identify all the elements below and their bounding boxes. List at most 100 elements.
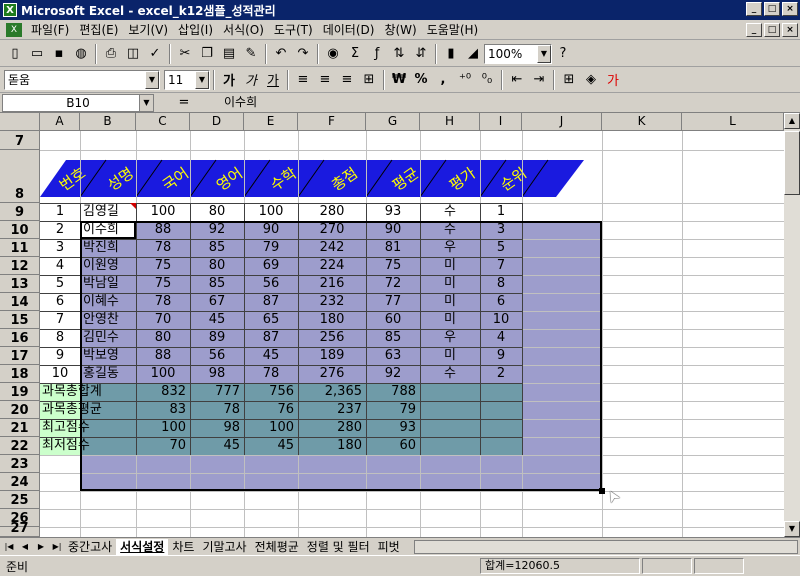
align-right-icon[interactable]: ≡ (336, 69, 358, 91)
summary-cell[interactable]: 93 (366, 419, 420, 437)
data-cell[interactable]: 216 (298, 275, 366, 293)
menu-edit[interactable]: 편집(E) (74, 21, 123, 38)
hyperlink-icon[interactable]: ◉ (322, 43, 344, 65)
data-cell[interactable]: 232 (298, 293, 366, 311)
column-header[interactable]: B (80, 113, 136, 131)
summary-cell[interactable]: 70 (136, 437, 190, 455)
chevron-down-icon[interactable]: ▼ (139, 94, 153, 111)
data-cell[interactable]: 75 (366, 257, 420, 275)
summary-cell[interactable]: 280 (298, 419, 366, 437)
summary-cell[interactable]: 45 (244, 437, 298, 455)
column-header[interactable]: A (40, 113, 80, 131)
data-cell[interactable]: 100 (136, 365, 190, 383)
font-select[interactable]: 돋움 ▼ (4, 69, 160, 90)
sheet-tab[interactable]: 피벗 (374, 539, 404, 555)
data-cell[interactable]: 2 (480, 365, 522, 383)
minimize-button[interactable]: _ (746, 2, 762, 16)
row-header[interactable]: 14 (0, 293, 40, 311)
scroll-up-button[interactable]: ▲ (784, 113, 800, 129)
data-cell[interactable]: 미 (420, 257, 480, 275)
column-header[interactable]: D (190, 113, 244, 131)
data-cell[interactable]: 89 (190, 329, 244, 347)
data-cell[interactable]: 10 (40, 365, 80, 383)
data-cell[interactable]: 67 (190, 293, 244, 311)
chevron-down-icon[interactable]: ▼ (195, 70, 209, 89)
data-cell[interactable]: 8 (480, 275, 522, 293)
data-cell[interactable]: 93 (366, 203, 420, 221)
row-header[interactable]: 21 (0, 419, 40, 437)
align-center-icon[interactable]: ≡ (314, 69, 336, 91)
font-size-select[interactable]: 11 ▼ (164, 69, 210, 90)
select-all-corner[interactable] (0, 113, 40, 131)
data-cell[interactable]: 87 (244, 293, 298, 311)
data-cell[interactable]: 88 (136, 221, 190, 239)
data-cell[interactable]: 78 (136, 293, 190, 311)
data-cell[interactable]: 45 (244, 347, 298, 365)
borders-icon[interactable]: ⊞ (558, 69, 580, 91)
decrease-indent-icon[interactable]: ⇤ (506, 69, 528, 91)
data-cell[interactable]: 7 (40, 311, 80, 329)
summary-cell[interactable]: 237 (298, 401, 366, 419)
summary-cell[interactable]: 45 (190, 437, 244, 455)
summary-cell[interactable]: 100 (244, 419, 298, 437)
sheet-tab[interactable]: 기말고사 (198, 539, 250, 555)
row-header[interactable]: 17 (0, 347, 40, 365)
sheet-tab[interactable]: 정렬 및 필터 (303, 539, 374, 555)
data-cell[interactable]: 72 (366, 275, 420, 293)
scroll-thumb[interactable] (784, 131, 800, 195)
data-cell[interactable]: 10 (480, 311, 522, 329)
data-cell[interactable]: 이원영 (80, 257, 136, 275)
data-cell[interactable]: 이수희 (80, 221, 136, 239)
row-header[interactable]: 24 (0, 473, 40, 491)
row-header[interactable]: 9 (0, 203, 40, 221)
row-header[interactable]: 20 (0, 401, 40, 419)
data-cell[interactable]: 9 (40, 347, 80, 365)
summary-cell[interactable]: 788 (366, 383, 420, 401)
doc-restore-button[interactable]: □ (764, 23, 780, 37)
data-cell[interactable]: 미 (420, 347, 480, 365)
new-icon[interactable]: ▯ (4, 43, 26, 65)
sort-descending-icon[interactable]: ⇵ (410, 43, 432, 65)
data-cell[interactable]: 김민수 (80, 329, 136, 347)
data-cell[interactable]: 박진희 (80, 239, 136, 257)
row-header[interactable]: 10 (0, 221, 40, 239)
column-header[interactable]: G (366, 113, 420, 131)
data-cell[interactable]: 270 (298, 221, 366, 239)
data-cell[interactable]: 90 (366, 221, 420, 239)
data-cell[interactable]: 85 (190, 275, 244, 293)
summary-cell[interactable]: 777 (190, 383, 244, 401)
data-cell[interactable]: 8 (40, 329, 80, 347)
decrease-decimal-icon[interactable]: ⁰₀ (476, 69, 498, 91)
function-icon[interactable]: ƒ (366, 43, 388, 65)
sheet-tab[interactable]: 전체평균 (251, 539, 303, 555)
data-cell[interactable]: 박보영 (80, 347, 136, 365)
data-cell[interactable]: 3 (40, 239, 80, 257)
data-cell[interactable]: 78 (244, 365, 298, 383)
row-header[interactable]: 15 (0, 311, 40, 329)
autosum-icon[interactable]: Σ (344, 43, 366, 65)
data-cell[interactable]: 85 (366, 329, 420, 347)
data-cell[interactable]: 98 (190, 365, 244, 383)
data-cell[interactable]: 수 (420, 221, 480, 239)
summary-cell[interactable]: 76 (244, 401, 298, 419)
summary-cell[interactable]: 180 (298, 437, 366, 455)
menu-data[interactable]: 데이터(D) (318, 21, 380, 38)
data-cell[interactable]: 박남일 (80, 275, 136, 293)
format-painter-icon[interactable]: ✎ (240, 43, 262, 65)
data-cell[interactable]: 수 (420, 203, 480, 221)
maximize-button[interactable]: □ (764, 2, 780, 16)
row-header[interactable]: 19 (0, 383, 40, 401)
data-cell[interactable]: 7 (480, 257, 522, 275)
sheet-tab[interactable]: 중간고사 (64, 539, 116, 555)
data-cell[interactable]: 79 (244, 239, 298, 257)
data-cell[interactable]: 1 (40, 203, 80, 221)
data-cell[interactable]: 63 (366, 347, 420, 365)
menu-help[interactable]: 도움말(H) (422, 21, 484, 38)
doc-minimize-button[interactable]: _ (746, 23, 762, 37)
data-cell[interactable]: 77 (366, 293, 420, 311)
data-cell[interactable]: 우 (420, 329, 480, 347)
row-header[interactable]: 16 (0, 329, 40, 347)
data-cell[interactable]: 88 (136, 347, 190, 365)
paste-icon[interactable]: ▤ (218, 43, 240, 65)
zoom-select[interactable]: 100% ▼ (484, 43, 552, 64)
